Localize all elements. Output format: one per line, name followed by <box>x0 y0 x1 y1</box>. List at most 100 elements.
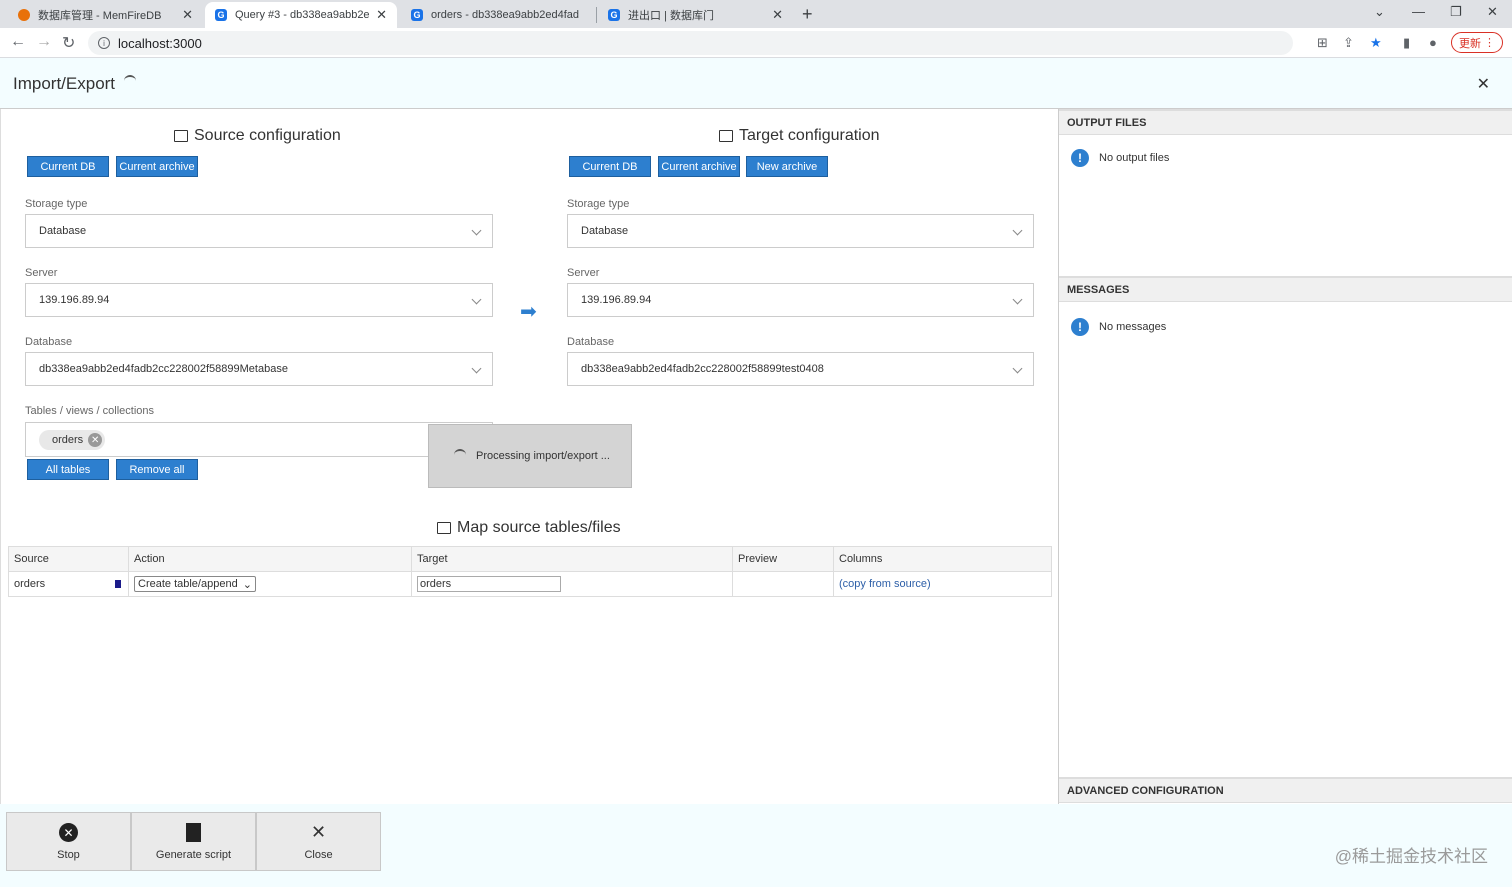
share-icon[interactable]: ⇪ <box>1343 35 1354 51</box>
header-action: Action <box>128 546 412 572</box>
forward-icon[interactable]: → <box>36 33 52 51</box>
restore-icon[interactable]: ❐ <box>1450 4 1462 20</box>
right-panel: OUTPUT FILES ! No output files MESSAGES … <box>1058 109 1512 804</box>
close-icon[interactable]: ✕ <box>1477 74 1490 94</box>
mapping-table: Source Action Target Preview Columns ord… <box>8 546 1052 597</box>
close-label: Close <box>304 848 333 861</box>
chevron-down-icon <box>1012 225 1023 236</box>
source-storage-select[interactable]: Database <box>25 214 493 248</box>
cell-columns: (copy from source) <box>833 571 1052 597</box>
info-icon: ! <box>1071 318 1089 336</box>
all-tables-button[interactable]: All tables <box>27 459 109 480</box>
tab-import[interactable]: G 进出口 | 数据库门 ✕ <box>598 2 793 28</box>
source-name: orders <box>14 578 46 590</box>
chevron-down-icon <box>1012 294 1023 305</box>
target-config-icon <box>719 130 733 142</box>
stop-icon: ✕ <box>59 823 78 842</box>
source-current-archive-button[interactable]: Current archive <box>116 156 198 177</box>
stop-button[interactable]: ✕ Stop <box>6 812 131 871</box>
close-icon: ✕ <box>310 822 327 842</box>
target-database-select[interactable]: db338ea9abb2ed4fadb2cc228002f58899test04… <box>567 352 1034 386</box>
profile-icon[interactable]: ● <box>1429 35 1437 50</box>
source-server-select[interactable]: 139.196.89.94 <box>25 283 493 317</box>
browser-tab-bar: 数据库管理 - MemFireDB ✕ G Query #3 - db338ea… <box>0 0 1512 28</box>
output-files-message: ! No output files <box>1071 149 1169 167</box>
target-config-title: Target configuration <box>719 127 880 145</box>
tab-query[interactable]: G Query #3 - db338ea9abb2ed4 ✕ <box>205 2 397 28</box>
memfire-favicon-icon <box>18 9 30 21</box>
generate-script-button[interactable]: Generate script <box>131 812 256 871</box>
remove-tag-icon[interactable]: ✕ <box>88 433 103 447</box>
address-bar: ← → ↻ i localhost:3000 ⊞ ⇪ ★ ▮ ● 更新 ⋮ <box>0 28 1512 58</box>
footer-toolbar: ✕ Stop Generate script ✕ Close @稀土掘金技术社区 <box>0 804 1512 887</box>
source-config-title: Source configuration <box>174 127 341 145</box>
bookmark-star-icon[interactable]: ★ <box>1370 35 1382 51</box>
processing-text: Processing import/export ... <box>476 450 610 462</box>
window-close-icon[interactable]: ✕ <box>1487 4 1498 20</box>
select-value: 139.196.89.94 <box>39 294 110 306</box>
output-files-header[interactable]: OUTPUT FILES <box>1059 109 1512 135</box>
tab-close-icon[interactable]: ✕ <box>772 7 783 23</box>
tab-close-icon[interactable]: ✕ <box>376 7 387 23</box>
source-database-select[interactable]: db338ea9abb2ed4fadb2cc228002f58899Metaba… <box>25 352 493 386</box>
action-select[interactable]: Create table/append ⌄ <box>134 576 256 592</box>
tab-title: orders - db338ea9abb2ed4fad <box>431 9 580 21</box>
document-icon <box>186 823 201 842</box>
source-config-icon <box>174 130 188 142</box>
arrow-right-icon: ➡ <box>520 301 537 323</box>
tab-title: Query #3 - db338ea9abb2ed4 <box>235 9 371 21</box>
url-text: localhost:3000 <box>118 35 202 51</box>
cell-action: Create table/append ⌄ <box>128 571 412 597</box>
target-title-text: Target configuration <box>739 127 880 144</box>
target-server-select[interactable]: 139.196.89.94 <box>567 283 1034 317</box>
source-title-text: Source configuration <box>194 127 341 144</box>
messages-header[interactable]: MESSAGES <box>1059 276 1512 302</box>
tab-search-icon[interactable]: ⌄ <box>1374 4 1385 20</box>
tab-orders[interactable]: G orders - db338ea9abb2ed4fad <box>401 2 593 28</box>
sidepanel-icon[interactable]: ▮ <box>1403 35 1410 51</box>
table-tag: orders ✕ <box>39 430 106 450</box>
reload-icon[interactable]: ↻ <box>62 33 75 53</box>
select-value: Database <box>581 225 629 237</box>
delete-row-icon[interactable] <box>115 580 121 588</box>
tables-tag-input[interactable]: orders ✕ <box>25 422 493 457</box>
advanced-config-header[interactable]: ADVANCED CONFIGURATION <box>1059 777 1512 803</box>
target-database-label: Database <box>567 336 615 348</box>
app-favicon-icon: G <box>411 9 423 21</box>
select-value: db338ea9abb2ed4fadb2cc228002f58899test04… <box>581 363 824 375</box>
tab-memfiredb[interactable]: 数据库管理 - MemFireDB ✕ <box>8 2 203 28</box>
minimize-icon[interactable]: — <box>1412 4 1425 19</box>
tables-label: Tables / views / collections <box>25 405 154 417</box>
target-new-archive-button[interactable]: New archive <box>746 156 828 177</box>
tab-close-icon[interactable]: ✕ <box>182 7 193 23</box>
url-field[interactable]: i localhost:3000 <box>88 31 1293 55</box>
tab-divider <box>596 7 597 23</box>
target-name-input[interactable]: orders <box>417 576 561 592</box>
target-server-label: Server <box>567 267 600 279</box>
remove-all-button[interactable]: Remove all <box>116 459 198 480</box>
table-header-row: Source Action Target Preview Columns <box>8 546 1052 572</box>
map-title: Map source tables/files <box>437 519 621 537</box>
translate-icon[interactable]: ⊞ <box>1317 35 1328 51</box>
processing-overlay: Processing import/export ... <box>428 424 632 488</box>
site-info-icon[interactable]: i <box>98 37 110 49</box>
source-server-label: Server <box>25 267 58 279</box>
import-export-main: Source configuration Current DB Current … <box>0 109 1058 804</box>
header-columns: Columns <box>833 546 1052 572</box>
back-icon[interactable]: ← <box>10 33 26 51</box>
select-value: db338ea9abb2ed4fadb2cc228002f58899Metaba… <box>39 363 288 375</box>
new-tab-icon[interactable]: + <box>802 4 813 25</box>
icon-wrap: ✕ <box>59 823 78 843</box>
info-icon: ! <box>1071 149 1089 167</box>
source-current-db-button[interactable]: Current DB <box>27 156 109 177</box>
target-current-archive-button[interactable]: Current archive <box>658 156 740 177</box>
close-button[interactable]: ✕ Close <box>256 812 381 871</box>
update-button[interactable]: 更新 ⋮ <box>1451 32 1503 53</box>
target-storage-select[interactable]: Database <box>567 214 1034 248</box>
header-preview: Preview <box>732 546 834 572</box>
select-value: Database <box>39 225 87 237</box>
output-msg-text: No output files <box>1099 152 1170 164</box>
target-current-db-button[interactable]: Current DB <box>569 156 651 177</box>
chevron-down-icon: ⌄ <box>242 578 252 591</box>
copy-from-source-link[interactable]: (copy from source) <box>839 578 931 590</box>
